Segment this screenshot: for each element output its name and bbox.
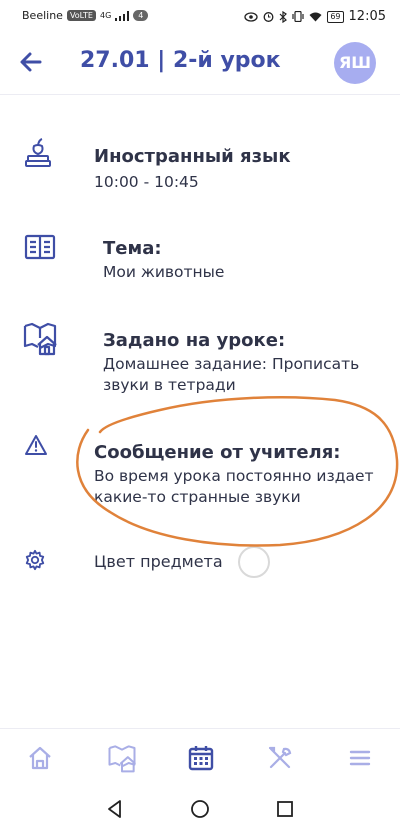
subject-name: Иностранный язык	[94, 146, 291, 167]
subject-row: Иностранный язык 10:00 - 10:45	[0, 130, 400, 200]
bluetooth-icon	[279, 10, 288, 23]
book-house-icon	[23, 322, 57, 356]
status-bar: Beeline VoLTE 4G 4 69 12:05	[0, 0, 400, 32]
bottom-tab-bar	[0, 728, 400, 789]
status-right: 69 12:05	[244, 9, 386, 24]
wifi-icon	[309, 12, 322, 21]
network-type: 4G	[99, 11, 112, 20]
carrier-name: Beeline	[22, 9, 63, 22]
topic-row: Тема: Мои животные	[0, 228, 400, 288]
system-nav-bar	[0, 788, 400, 831]
calendar-icon[interactable]	[186, 743, 216, 773]
page-title: 27.01 | 2-й урок	[80, 48, 281, 73]
books-apple-icon	[25, 138, 51, 167]
homework-row: Задано на уроке: Домашнее задание: Пропи…	[0, 318, 400, 398]
menu-icon[interactable]	[345, 743, 375, 773]
volte-badge: VoLTE	[66, 10, 96, 21]
back-triangle-icon[interactable]	[104, 798, 126, 820]
teacher-message-label: Сообщение от учителя:	[94, 442, 341, 463]
clock: 12:05	[348, 9, 386, 24]
warning-icon	[25, 435, 47, 455]
homework-label: Задано на уроке:	[103, 330, 286, 351]
battery-level: 69	[327, 10, 344, 23]
subject-color-label: Цвет предмета	[94, 552, 223, 571]
annotation-circle	[76, 396, 399, 547]
home-circle-icon[interactable]	[189, 798, 211, 820]
avatar[interactable]: ЯШ	[334, 42, 376, 84]
open-book-icon	[24, 234, 56, 260]
subject-color-swatch[interactable]	[238, 546, 270, 578]
topic-label: Тема:	[103, 238, 162, 259]
homework-value: Домашнее задание: Прописать звуки в тетр…	[103, 355, 360, 394]
subject-color-row[interactable]: Цвет предмета	[0, 540, 400, 580]
arrow-left-icon[interactable]	[18, 49, 44, 75]
gear-icon	[25, 549, 45, 571]
recents-square-icon[interactable]	[274, 798, 296, 820]
signal-icon	[115, 10, 130, 21]
book-house-icon[interactable]	[107, 743, 137, 773]
subject-time: 10:00 - 10:45	[94, 173, 199, 191]
notification-count: 4	[133, 10, 149, 21]
alarm-icon	[263, 12, 274, 22]
tools-icon[interactable]	[265, 743, 295, 773]
topic-value: Мои животные	[103, 263, 225, 281]
teacher-message-value: Во время урока постоянно издает какие-то…	[94, 467, 374, 506]
home-icon[interactable]	[25, 743, 55, 773]
eye-icon	[244, 11, 258, 22]
status-left: Beeline VoLTE 4G 4	[22, 9, 149, 22]
vibrate-icon	[292, 11, 304, 22]
app-bar: 27.01 | 2-й урок ЯШ	[0, 32, 400, 95]
teacher-message-row: Сообщение от учителя: Во время урока пос…	[0, 430, 400, 510]
